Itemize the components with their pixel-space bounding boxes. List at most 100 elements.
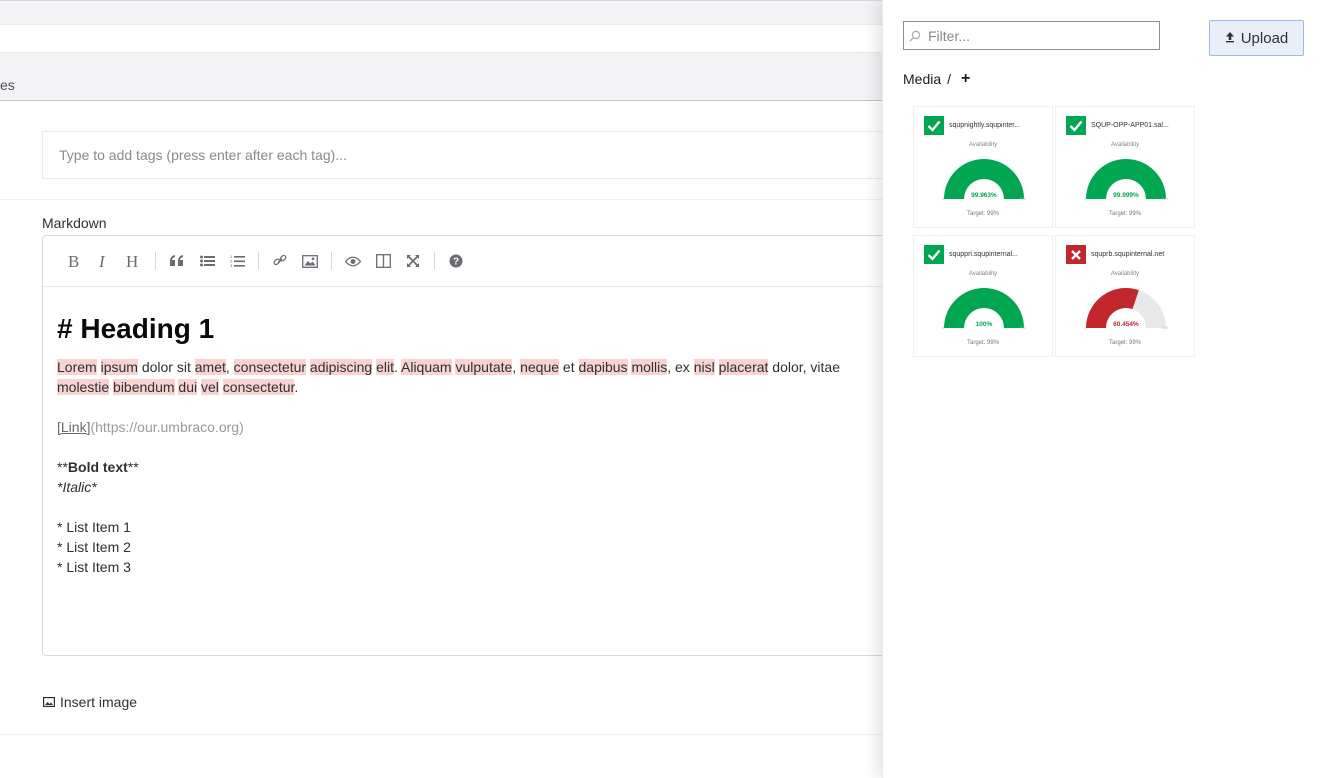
media-item[interactable]: squprb.squpinternal.net Availability 0 100 6… — [1055, 235, 1195, 357]
spellcheck-word: placerat — [718, 359, 769, 375]
media-item[interactable]: squppri.squpinternal... Availability 0 100 1… — [913, 235, 1053, 357]
paragraph-line-2: molestie bibendum dui vel consectetur. — [57, 377, 901, 397]
media-item-name: squpnightly.squpinter... — [949, 122, 1021, 129]
quote-icon[interactable] — [162, 246, 192, 276]
media-item[interactable]: SQUP-OPP-APP01.sal... Availability 0 100 99.… — [1055, 106, 1195, 228]
link-icon[interactable] — [265, 246, 295, 276]
availability-label: Availability — [968, 271, 998, 277]
gauge-max-label: 100 — [1019, 196, 1026, 201]
tab-bar: es — [0, 53, 882, 101]
list-item: * List Item 2 — [57, 539, 131, 555]
link-text[interactable]: [Link] — [57, 419, 90, 435]
svg-text:B: B — [68, 253, 79, 269]
gauge-max-label: 100 — [1161, 196, 1168, 201]
gauge-max-label: 100 — [1161, 325, 1168, 330]
bold-icon[interactable]: B — [59, 246, 89, 276]
availability-gauge: 0 100100% — [942, 287, 1026, 330]
paragraph-text: . — [393, 359, 401, 375]
paragraph-text: et — [559, 359, 579, 375]
help-icon[interactable]: ? — [441, 246, 471, 276]
toolbar-separator — [434, 252, 435, 270]
spellcheck-word: vulputate — [455, 359, 513, 375]
media-item-name: squprb.squpinternal.net — [1091, 251, 1165, 258]
availability-gauge: 0 10099.963% — [942, 159, 1026, 201]
availability-gauge: 0 10060.454% — [1084, 288, 1168, 330]
gauge-max-label: 100 — [1019, 325, 1026, 330]
bold-text: Bold text — [67, 459, 128, 475]
media-grid: squpnightly.squpinter... Availability 0 100… — [913, 106, 1195, 357]
target-label: Target: 99% — [966, 340, 1000, 346]
spellcheck-word: adipiscing — [309, 359, 373, 375]
paragraph-line-1: Lorem ipsum dolor sit amet, consectetur … — [57, 357, 901, 377]
upload-button[interactable]: Upload — [1209, 20, 1304, 56]
list-item: * List Item 3 — [57, 559, 131, 575]
toolbar-separator — [258, 252, 259, 270]
media-item-header: squppri.squpinternal... — [924, 245, 1018, 264]
insert-image-label: Insert image — [60, 694, 138, 710]
heading-icon[interactable]: H — [119, 246, 149, 276]
breadcrumb-separator: / — [947, 71, 952, 87]
markdown-editor[interactable]: B I H 123 ? # Heading 1 Lorem ipsum dolo… — [42, 235, 902, 656]
error-icon — [1066, 245, 1086, 264]
spellcheck-word: amet — [194, 359, 226, 375]
paragraph-text: dolor sit — [137, 359, 195, 375]
fullscreen-icon[interactable] — [398, 246, 428, 276]
spellcheck-word: vel — [201, 379, 219, 395]
spellcheck-word: consectetur — [233, 359, 307, 375]
media-item-name: squppri.squpinternal... — [949, 251, 1018, 258]
media-item[interactable]: squpnightly.squpinter... Availability 0 100… — [913, 106, 1053, 228]
media-item-header: squprb.squpinternal.net — [1066, 245, 1164, 264]
availability-label: Availability — [1110, 271, 1140, 277]
paragraph-text — [97, 359, 101, 375]
svg-text:I: I — [98, 253, 106, 269]
divider — [0, 734, 882, 735]
search-icon — [904, 30, 926, 42]
toolbar-separator — [331, 252, 332, 270]
availability-label: Availability — [968, 142, 998, 148]
name-row — [0, 25, 882, 53]
gauge-value-label: 60.454% — [1113, 321, 1139, 328]
paragraph-text: , — [512, 359, 521, 375]
filter-field[interactable] — [903, 21, 1160, 50]
toolbar-separator — [155, 252, 156, 270]
add-folder-button[interactable]: + — [961, 70, 970, 88]
heading-line: # Heading 1 — [57, 313, 215, 344]
availability-label: Availability — [1110, 142, 1140, 148]
divider — [0, 199, 882, 200]
breadcrumb-media[interactable]: Media — [903, 71, 941, 87]
paragraph-text: dolor, vitae — [768, 359, 841, 375]
gauge-value-label: 99.963% — [971, 192, 997, 199]
top-bar — [0, 0, 882, 25]
svg-text:H: H — [126, 253, 138, 269]
paragraph-text — [715, 359, 719, 375]
spellcheck-word: Aliquam — [401, 359, 452, 375]
spellcheck-word: Lorem — [57, 359, 97, 375]
italic-line: *Italic* — [57, 479, 97, 495]
tags-field[interactable] — [42, 131, 902, 179]
check-icon — [1066, 116, 1086, 135]
unordered-list-icon[interactable] — [192, 246, 222, 276]
svg-text:3: 3 — [230, 263, 233, 268]
bold-marker-open: ** — [57, 459, 68, 475]
paragraph-text: , ex — [667, 359, 694, 375]
upload-icon — [1225, 30, 1235, 47]
markdown-content[interactable]: # Heading 1 Lorem ipsum dolor sit amet, … — [43, 287, 901, 577]
tags-input[interactable] — [43, 132, 902, 178]
image-icon[interactable] — [295, 246, 325, 276]
spellcheck-word: ipsum — [100, 359, 138, 375]
breadcrumb: Media / + — [903, 70, 970, 88]
insert-image-button[interactable]: Insert image — [43, 694, 137, 710]
tab-label[interactable]: es — [0, 77, 15, 93]
preview-icon[interactable] — [338, 246, 368, 276]
spellcheck-word: neque — [520, 359, 560, 375]
ordered-list-icon[interactable]: 123 — [222, 246, 252, 276]
side-by-side-icon[interactable] — [368, 246, 398, 276]
paragraph-text: . — [294, 379, 299, 395]
check-icon — [924, 116, 944, 135]
target-label: Target: 99% — [1108, 340, 1142, 346]
upload-label: Upload — [1240, 29, 1289, 47]
spellcheck-word: elit — [376, 359, 394, 375]
spellcheck-word: mollis — [631, 359, 668, 375]
filter-input[interactable] — [926, 22, 1159, 49]
italic-icon[interactable]: I — [89, 246, 119, 276]
